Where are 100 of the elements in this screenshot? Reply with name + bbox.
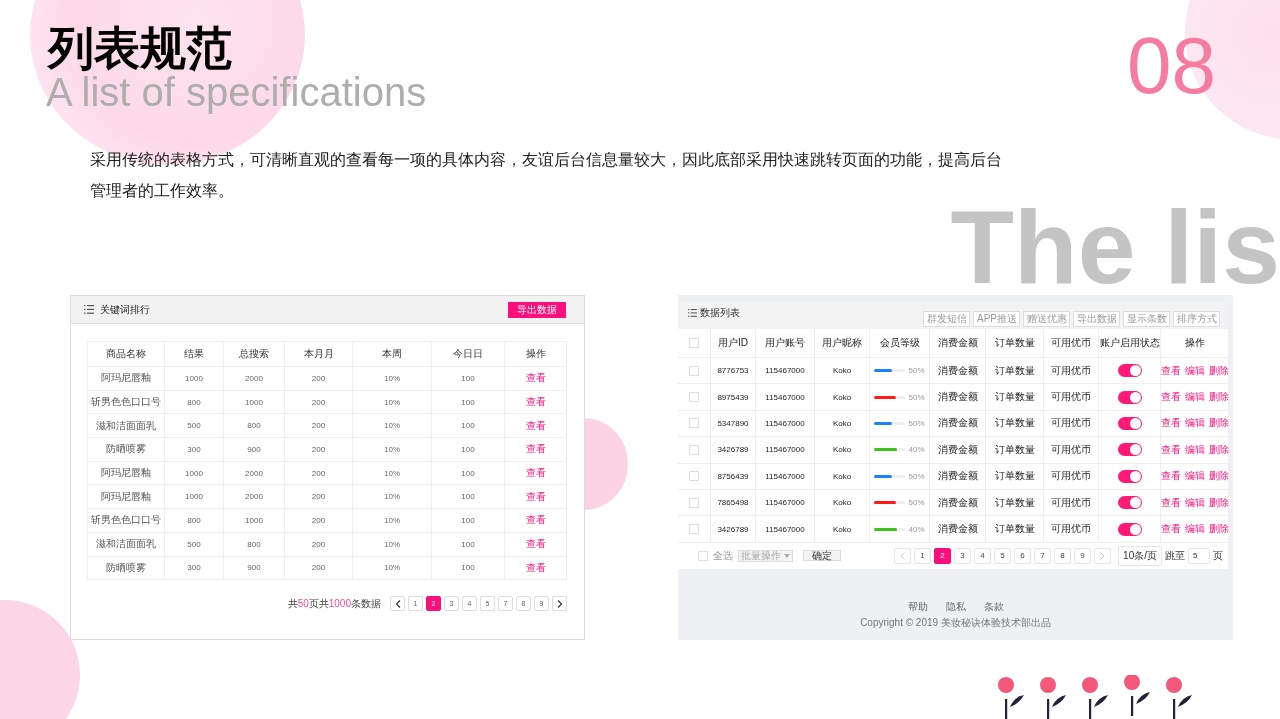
dropdown[interactable]: 赠送优惠 (1023, 311, 1070, 327)
page-input[interactable]: 5 (1188, 547, 1210, 564)
column-header: 操作 (1160, 329, 1228, 357)
table-cell: 500 (164, 532, 223, 556)
action-link[interactable]: 查看 (1160, 442, 1181, 457)
page-button[interactable]: 3 (954, 547, 972, 564)
view-link[interactable]: 查看 (525, 442, 546, 457)
toggle-switch[interactable] (1117, 469, 1142, 483)
action-link[interactable]: 删除 (1208, 390, 1229, 405)
action-link[interactable]: 编辑 (1184, 363, 1205, 378)
table-cell: 900 (223, 556, 284, 580)
view-link[interactable]: 查看 (525, 466, 546, 481)
toggle-switch[interactable] (1117, 390, 1142, 404)
table-cell: 115467000 (755, 516, 814, 542)
page-button[interactable]: 1 (914, 547, 932, 564)
table-cell: 订单数量 (985, 384, 1043, 410)
level-percent: 50% (908, 366, 925, 376)
action-link[interactable]: 查看 (1160, 522, 1181, 537)
next-page-button[interactable] (552, 596, 567, 612)
action-link[interactable]: 删除 (1208, 363, 1229, 378)
table-cell-text: 阿玛尼唇釉 (100, 371, 152, 386)
level-percent: 40% (908, 524, 925, 534)
view-link[interactable]: 查看 (525, 513, 546, 528)
chevron-right-icon (1100, 551, 1106, 560)
view-link[interactable]: 查看 (525, 395, 546, 410)
panel-title: 数据列表 (700, 306, 740, 320)
action-link[interactable]: 删除 (1208, 495, 1229, 510)
page-button[interactable]: 2 (934, 547, 952, 564)
action-link[interactable]: 编辑 (1184, 495, 1205, 510)
action-link[interactable]: 删除 (1208, 469, 1229, 484)
table-cell: 200 (284, 414, 352, 438)
level-bar (874, 369, 906, 373)
dropdown[interactable]: APP推送 (973, 311, 1020, 327)
action-link[interactable]: 编辑 (1184, 416, 1205, 431)
footer-link[interactable]: 隐私 (945, 599, 966, 614)
action-link[interactable]: 查看 (1160, 416, 1181, 431)
page-button[interactable]: 9 (1074, 547, 1092, 564)
table-cell: 消费金额 (929, 410, 985, 437)
view-link[interactable]: 查看 (525, 489, 546, 504)
flower-drawing (1082, 677, 1108, 719)
checkbox[interactable] (689, 392, 699, 403)
action-link[interactable]: 删除 (1208, 416, 1229, 431)
page-button[interactable]: 6 (1014, 547, 1032, 564)
table-cell: 200 (284, 390, 352, 414)
table-cell: 8776753 (710, 358, 755, 384)
action-link[interactable]: 编辑 (1184, 522, 1205, 537)
action-link[interactable]: 删除 (1208, 522, 1229, 537)
action-link[interactable]: 查看 (1160, 469, 1181, 484)
toggle-switch[interactable] (1117, 416, 1142, 430)
confirm-button[interactable]: 确定 (803, 550, 841, 562)
action-link[interactable]: 编辑 (1184, 390, 1205, 405)
page-size-dropdown[interactable]: 10条/页 (1118, 545, 1162, 566)
column-header: 账户启用状态 (1098, 329, 1160, 357)
action-link[interactable]: 编辑 (1184, 442, 1205, 457)
view-link[interactable]: 查看 (525, 418, 546, 433)
level-bar (874, 448, 906, 452)
footer-link[interactable]: 帮助 (907, 599, 928, 614)
previous-page-button[interactable] (390, 596, 405, 612)
view-link[interactable]: 查看 (525, 537, 546, 552)
dropdown[interactable]: 排序方式 (1173, 311, 1220, 327)
checkbox[interactable] (689, 497, 699, 508)
checkbox[interactable] (689, 471, 699, 482)
footer-link[interactable]: 条款 (983, 599, 1004, 614)
action-link[interactable]: 删除 (1208, 442, 1229, 457)
column-header: 可用优币 (1043, 329, 1098, 357)
action-link[interactable]: 查看 (1160, 390, 1181, 405)
action-link[interactable]: 查看 (1160, 495, 1181, 510)
toggle-switch[interactable] (1117, 443, 1142, 457)
checkbox[interactable] (689, 338, 699, 348)
checkbox[interactable] (689, 524, 699, 535)
checkbox[interactable] (689, 418, 699, 429)
page-button[interactable]: 5 (994, 547, 1012, 564)
toggle-switch[interactable] (1117, 496, 1142, 510)
action-link[interactable]: 编辑 (1184, 469, 1205, 484)
table-cell: 115467000 (755, 410, 814, 437)
batch-dropdown[interactable]: 批量操作 (738, 549, 793, 562)
table-cell: 10% (352, 485, 431, 509)
dropdown[interactable]: 群发短信 (923, 311, 970, 327)
export-button[interactable]: 导出数据 (508, 301, 566, 318)
table-cell: 1000 (164, 485, 223, 509)
checkbox[interactable] (689, 444, 699, 455)
view-link[interactable]: 查看 (525, 371, 546, 386)
page-button[interactable]: 4 (974, 547, 992, 564)
toggle-switch[interactable] (1117, 522, 1142, 536)
table-cell: 订单数量 (985, 516, 1043, 542)
checkbox[interactable] (689, 365, 699, 376)
dropdown[interactable]: 显示条数 (1123, 311, 1170, 327)
column-header: 本周 (352, 342, 431, 366)
dropdown[interactable]: 导出数据 (1073, 311, 1120, 327)
toggle-switch[interactable] (1117, 364, 1142, 378)
page-button[interactable]: 7 (1034, 547, 1052, 564)
checkbox[interactable] (698, 550, 708, 561)
action-link[interactable]: 查看 (1160, 363, 1181, 378)
view-link[interactable]: 查看 (525, 560, 546, 575)
caret-icon (784, 553, 790, 558)
table-cell: 订单数量 (985, 463, 1043, 489)
table-cell: 900 (223, 438, 284, 461)
page-button[interactable]: 8 (1054, 547, 1072, 564)
table-cell: 1000 (164, 367, 223, 390)
table-cell: 消费金额 (929, 489, 985, 516)
